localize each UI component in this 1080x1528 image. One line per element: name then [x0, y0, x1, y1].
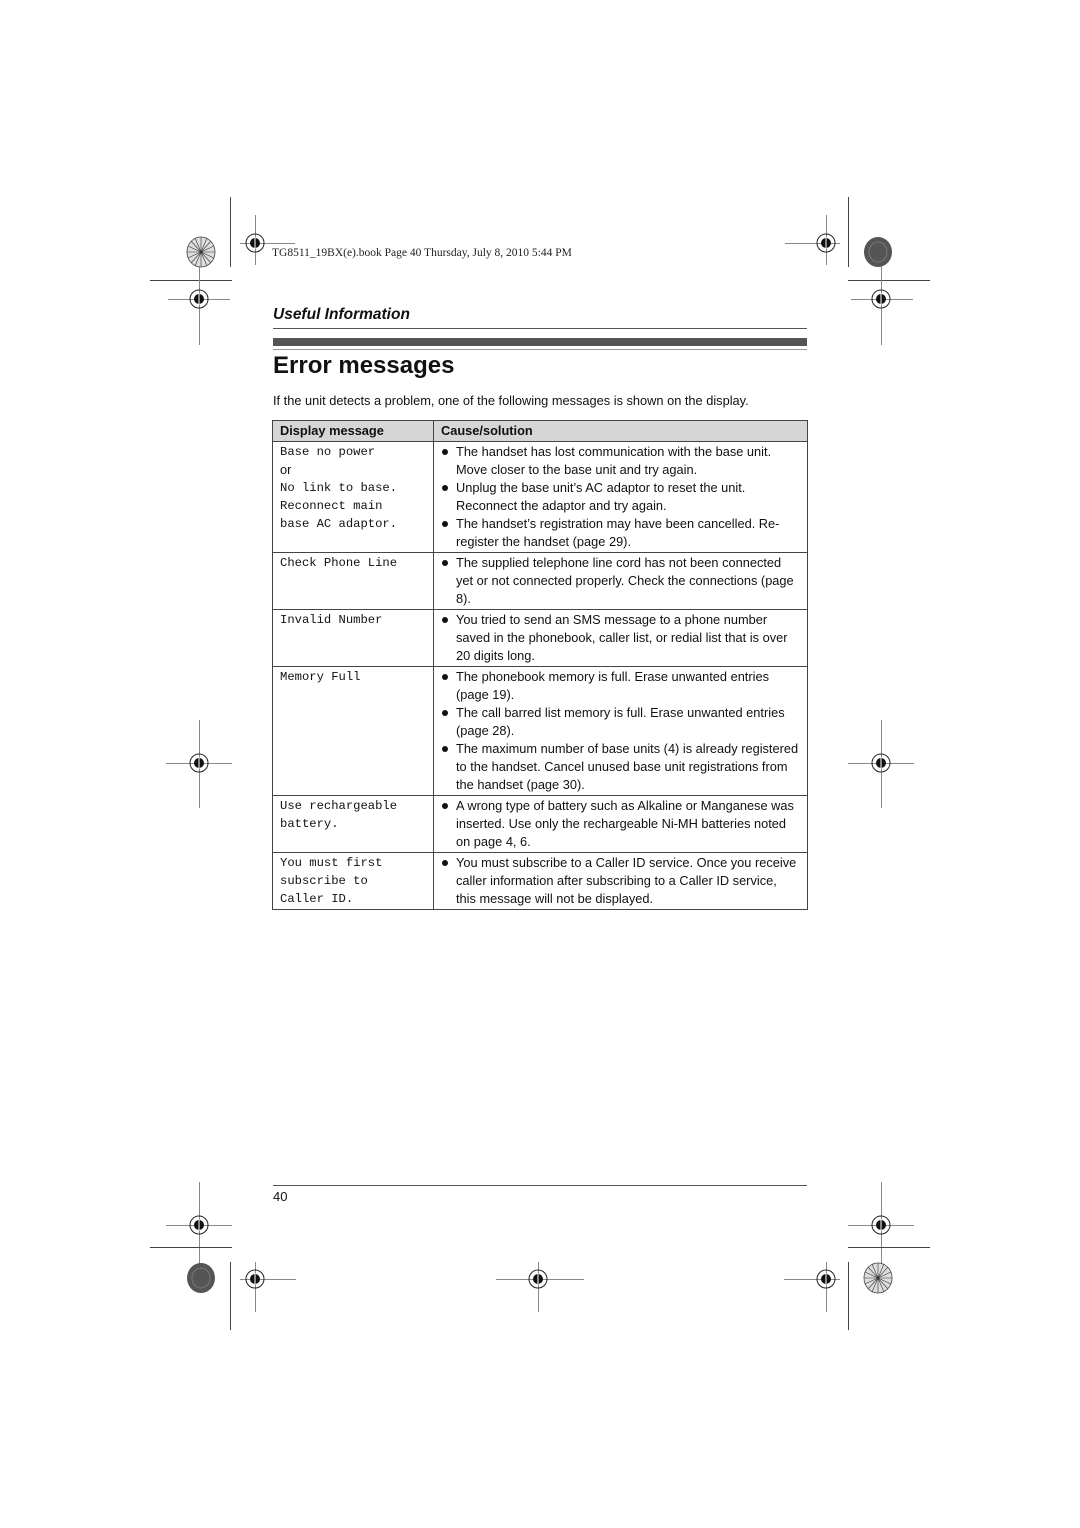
- divider: [273, 328, 807, 329]
- color-wheel-icon: [863, 1262, 893, 1294]
- table-row: Base no power or No link to base. Reconnect…: [272, 441, 808, 553]
- bullet-icon: [442, 560, 448, 566]
- column-header-cause-solution: Cause/solution: [433, 420, 808, 442]
- cause-bullet-item: The handset’s registration may have been…: [441, 515, 800, 551]
- conjunction-text: or: [280, 462, 292, 477]
- cause-text: The handset’s registration may have been…: [456, 516, 780, 549]
- bullet-icon: [442, 710, 448, 716]
- gray-disc-icon: [187, 1263, 215, 1293]
- display-message-cell: Check Phone Line: [272, 552, 434, 610]
- table-header-row: Display message Cause/solution: [272, 420, 808, 442]
- display-message-cell: Use rechargeable battery.: [272, 795, 434, 853]
- registration-mark-icon: [189, 1215, 209, 1235]
- display-message-line: Check Phone Line: [280, 556, 398, 570]
- table-row: Check Phone Line The supplied telephone l…: [272, 552, 808, 610]
- cause-bullet-item: You must subscribe to a Caller ID servic…: [441, 854, 800, 908]
- display-message-line: No link to base.: [280, 481, 398, 495]
- display-message-cell: Invalid Number: [272, 609, 434, 667]
- bullet-icon: [442, 803, 448, 809]
- cause-solution-cell: You must subscribe to a Caller ID servic…: [433, 852, 808, 910]
- display-message-line: subscribe to: [280, 874, 368, 888]
- crop-mark: [150, 280, 232, 281]
- cause-text: You must subscribe to a Caller ID servic…: [456, 855, 797, 906]
- registration-mark-icon: [871, 1215, 891, 1235]
- cause-text: The supplied telephone line cord has not…: [456, 555, 794, 606]
- divider-bar: [273, 338, 807, 346]
- cause-solution-cell: The handset has lost communication with …: [433, 441, 808, 553]
- crop-mark: [150, 1247, 232, 1248]
- intro-text: If the unit detects a problem, one of th…: [273, 393, 749, 408]
- display-message-line: Caller ID.: [280, 892, 354, 906]
- bullet-icon: [442, 860, 448, 866]
- table-row: Use rechargeable battery. A wrong type of …: [272, 795, 808, 853]
- cause-solution-cell: The supplied telephone line cord has not…: [433, 552, 808, 610]
- cause-bullet-item: A wrong type of battery such as Alkaline…: [441, 797, 800, 851]
- cause-text: The phonebook memory is full. Erase unwa…: [456, 669, 769, 702]
- gray-disc-icon: [864, 237, 892, 267]
- registration-mark-icon: [816, 1269, 836, 1289]
- table-row: Invalid Number You tried to send an SMS m…: [272, 609, 808, 667]
- color-wheel-icon: [186, 236, 216, 268]
- table-row: You must first subscribe to Caller ID. You …: [272, 852, 808, 910]
- column-header-display-message: Display message: [272, 420, 434, 442]
- cause-solution-cell: You tried to send an SMS message to a ph…: [433, 609, 808, 667]
- registration-mark-icon: [245, 1269, 265, 1289]
- bullet-icon: [442, 674, 448, 680]
- display-message-line: base AC adaptor.: [280, 517, 398, 531]
- display-message-line: Use rechargeable: [280, 799, 398, 813]
- registration-mark-icon: [871, 753, 891, 773]
- cause-bullet-item: The call barred list memory is full. Era…: [441, 704, 800, 740]
- cause-text: The handset has lost communication with …: [456, 444, 772, 477]
- cause-bullet-item: The maximum number of base units (4) is …: [441, 740, 800, 794]
- display-message-cell: You must first subscribe to Caller ID.: [272, 852, 434, 910]
- bullet-icon: [442, 521, 448, 527]
- cause-solution-cell: A wrong type of battery such as Alkaline…: [433, 795, 808, 853]
- bullet-icon: [442, 449, 448, 455]
- cause-text: The call barred list memory is full. Era…: [456, 705, 785, 738]
- divider: [273, 349, 807, 350]
- section-title: Useful Information: [273, 306, 410, 323]
- display-message-line: battery.: [280, 817, 339, 831]
- crop-mark: [848, 197, 849, 267]
- table-row: Memory Full The phonebook memory is full.…: [272, 666, 808, 796]
- display-message-line: You must first: [280, 856, 383, 870]
- display-message-line: Memory Full: [280, 670, 361, 684]
- display-message-line: Invalid Number: [280, 613, 383, 627]
- cause-bullet-item: The handset has lost communication with …: [441, 443, 800, 479]
- registration-mark-icon: [528, 1269, 548, 1289]
- registration-mark-icon: [871, 289, 891, 309]
- cause-solution-cell: The phonebook memory is full. Erase unwa…: [433, 666, 808, 796]
- cause-bullet-item: Unplug the base unit’s AC adaptor to res…: [441, 479, 800, 515]
- crop-mark: [848, 1262, 849, 1330]
- cause-text: The maximum number of base units (4) is …: [456, 741, 799, 792]
- table-body: Base no power or No link to base. Reconnect…: [272, 441, 808, 910]
- cause-text: Unplug the base unit’s AC adaptor to res…: [456, 480, 746, 513]
- registration-mark-icon: [189, 289, 209, 309]
- cause-bullet-item: The phonebook memory is full. Erase unwa…: [441, 668, 800, 704]
- display-message-cell: Memory Full: [272, 666, 434, 796]
- registration-mark-icon: [816, 233, 836, 253]
- footer-divider: [273, 1185, 807, 1186]
- crop-mark: [230, 1262, 231, 1330]
- bullet-icon: [442, 485, 448, 491]
- display-message-line: Base no power: [280, 445, 376, 459]
- cause-bullet-item: The supplied telephone line cord has not…: [441, 554, 800, 608]
- cause-bullet-item: You tried to send an SMS message to a ph…: [441, 611, 800, 665]
- cause-text: A wrong type of battery such as Alkaline…: [456, 798, 794, 849]
- page-title: Error messages: [273, 352, 455, 379]
- registration-mark-icon: [245, 233, 265, 253]
- display-message-cell: Base no power or No link to base. Reconnect…: [272, 441, 434, 553]
- crop-mark: [848, 280, 930, 281]
- display-message-line: Reconnect main: [280, 499, 383, 513]
- error-messages-table: Display message Cause/solution Base no p…: [272, 420, 808, 910]
- crop-mark: [848, 1247, 930, 1248]
- bullet-icon: [442, 746, 448, 752]
- page-number: 40: [273, 1189, 288, 1204]
- bullet-icon: [442, 617, 448, 623]
- registration-mark-icon: [189, 753, 209, 773]
- print-header: TG8511_19BX(e).book Page 40 Thursday, Ju…: [272, 247, 572, 259]
- crop-mark: [230, 197, 231, 267]
- cause-text: You tried to send an SMS message to a ph…: [456, 612, 788, 663]
